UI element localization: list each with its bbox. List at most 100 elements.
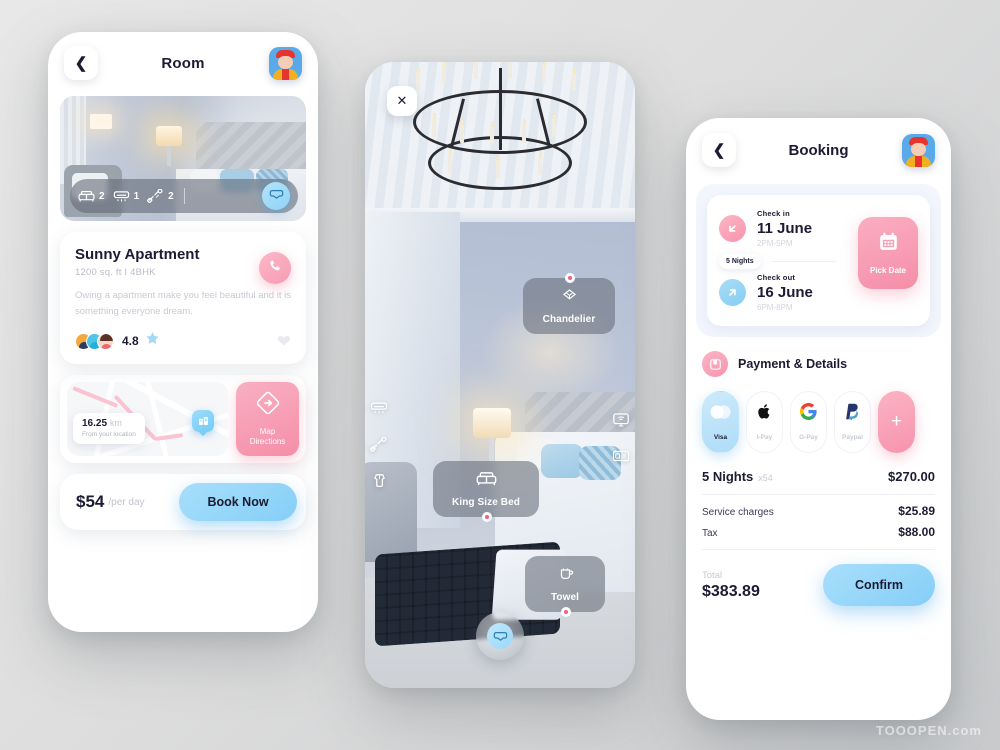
check-out-time: 6PM-8PM bbox=[757, 303, 793, 312]
wallet-icon bbox=[702, 351, 728, 377]
map-road bbox=[140, 382, 183, 457]
ar-tag-chandelier[interactable]: Chandelier bbox=[523, 273, 615, 334]
payment-method-label: Visa bbox=[713, 433, 728, 441]
avatar-body bbox=[273, 68, 298, 80]
ar-right-rail bbox=[609, 410, 633, 466]
ar-camera-scene[interactable]: ✕ Chandelier King Size Bed Towel bbox=[365, 62, 635, 688]
tv-wifi-icon[interactable] bbox=[609, 410, 633, 430]
back-button[interactable]: ❮ bbox=[64, 46, 98, 80]
apartment-info-card: Sunny Apartment 1200 sq. ft I 4BHK Owing… bbox=[60, 232, 306, 365]
bill-row-amount: $25.89 bbox=[898, 504, 935, 518]
price-value: $54 bbox=[76, 492, 105, 512]
booking-screen-phone: ❮ Booking Check in 11 June 2PM-5PM 5 Nig… bbox=[686, 118, 951, 720]
payment-methods: Visa I-Pay G-Pay Paypal + bbox=[702, 391, 935, 453]
total-label: Total bbox=[702, 569, 723, 581]
vr-view-button[interactable] bbox=[262, 182, 290, 210]
payment-method-paypal[interactable]: Paypal bbox=[834, 391, 871, 453]
close-icon: ✕ bbox=[396, 93, 408, 108]
bill-row-amount: $88.00 bbox=[898, 525, 935, 539]
avatar-face bbox=[278, 55, 293, 69]
distance-unit: km bbox=[109, 418, 122, 429]
bill-summary: 5 Nights x54 $270.00 Service charges $25… bbox=[702, 469, 935, 550]
amenities-bar: 2 1 2 bbox=[70, 179, 298, 213]
telephone-icon bbox=[147, 189, 164, 203]
nights-badge: 5 Nights bbox=[719, 254, 761, 269]
map-directions-label-line2: Directions bbox=[249, 437, 286, 447]
payment-method-visa[interactable]: Visa bbox=[702, 391, 739, 453]
divider bbox=[702, 494, 935, 495]
price-unit: /per day bbox=[108, 496, 145, 508]
clothes-hanger-icon[interactable] bbox=[367, 470, 391, 490]
avatar-body bbox=[906, 155, 931, 167]
user-avatar[interactable] bbox=[269, 46, 302, 80]
bill-multiplier: x54 bbox=[758, 473, 773, 483]
ar-tag-towel[interactable]: Towel bbox=[525, 556, 605, 617]
check-in-label: Check in bbox=[757, 209, 790, 218]
paypal-icon bbox=[845, 403, 860, 425]
payment-header: Payment & Details bbox=[702, 351, 935, 377]
amenity-ac[interactable]: 1 bbox=[113, 190, 140, 203]
close-button[interactable]: ✕ bbox=[387, 86, 417, 116]
amenity-phone-count: 2 bbox=[168, 190, 174, 202]
rating-value: 4.8 bbox=[122, 334, 139, 349]
bill-row-label: Tax bbox=[702, 528, 718, 539]
confirm-button[interactable]: Confirm bbox=[823, 564, 935, 606]
distance-number: 16.25 bbox=[82, 418, 108, 430]
room-photo[interactable]: 2 1 2 bbox=[60, 96, 306, 221]
booking-bar: $54 /per day Book Now bbox=[60, 474, 306, 531]
dates-card: Check in 11 June 2PM-5PM 5 Nights Check … bbox=[707, 195, 930, 326]
ar-anchor-dot bbox=[482, 512, 492, 522]
calendar-icon bbox=[878, 231, 899, 257]
avatar-face bbox=[911, 142, 926, 156]
reviewer-avatars bbox=[75, 332, 114, 350]
building-pin-icon[interactable] bbox=[192, 410, 214, 433]
arrow-up-right-icon bbox=[719, 279, 746, 306]
divider bbox=[770, 261, 836, 262]
check-in-time: 2PM-5PM bbox=[757, 239, 793, 248]
photo-headboard bbox=[196, 122, 306, 170]
payment-method-label: Paypal bbox=[842, 434, 863, 441]
telephone-icon[interactable] bbox=[367, 434, 391, 454]
bill-main-amount: $270.00 bbox=[888, 469, 935, 484]
ar-anchor-dot bbox=[561, 607, 571, 617]
bill-row-tax: Tax $88.00 bbox=[702, 525, 935, 539]
avatar bbox=[97, 332, 114, 350]
vr-headset-icon bbox=[487, 623, 513, 649]
amenity-ac-count: 1 bbox=[133, 190, 140, 202]
ar-mode-button[interactable] bbox=[476, 612, 524, 660]
total-amount: $383.89 bbox=[702, 582, 760, 600]
payment-title: Payment & Details bbox=[738, 357, 848, 371]
bill-main-row: 5 Nights x54 $270.00 bbox=[702, 469, 935, 484]
ar-tag-king-size-bed[interactable]: King Size Bed bbox=[433, 461, 539, 522]
star-icon bbox=[145, 331, 160, 351]
air-conditioner-icon[interactable] bbox=[367, 398, 391, 418]
bill-main-label: 5 Nights bbox=[702, 469, 754, 484]
dates-section: Check in 11 June 2PM-5PM 5 Nights Check … bbox=[696, 184, 941, 337]
call-button[interactable] bbox=[259, 252, 291, 284]
payment-method-ipay[interactable]: I-Pay bbox=[746, 391, 783, 453]
google-g-icon bbox=[799, 402, 817, 425]
map-preview[interactable]: 16.25 km From your location bbox=[67, 382, 228, 457]
pick-date-button[interactable]: Pick Date bbox=[858, 217, 918, 289]
safe-box-icon[interactable] bbox=[609, 446, 633, 466]
payment-method-gpay[interactable]: G-Pay bbox=[790, 391, 827, 453]
check-in-info: Check in 11 June 2PM-5PM bbox=[757, 209, 812, 248]
payment-section: Payment & Details Visa I-Pay G-Pay Paypa… bbox=[702, 351, 935, 453]
check-in-date: 11 June bbox=[757, 220, 813, 237]
pick-date-label: Pick Date bbox=[869, 266, 907, 275]
bed-icon bbox=[476, 472, 497, 491]
add-payment-method-button[interactable]: + bbox=[878, 391, 915, 453]
amenity-bed[interactable]: 2 bbox=[78, 190, 105, 203]
distance-subtitle: From your location bbox=[82, 431, 136, 439]
scene-pillow-blue bbox=[541, 444, 583, 478]
map-directions-button[interactable]: Map Directions bbox=[236, 382, 299, 457]
amenity-phone[interactable]: 2 bbox=[147, 189, 174, 203]
heart-icon[interactable]: ❤ bbox=[277, 333, 291, 350]
distance-value: 16.25 km bbox=[82, 418, 136, 429]
book-now-button[interactable]: Book Now bbox=[179, 483, 297, 522]
check-out-label: Check out bbox=[757, 273, 796, 282]
apple-icon bbox=[757, 403, 772, 425]
back-button[interactable]: ❮ bbox=[702, 133, 736, 167]
check-out-info: Check out 16 June 6PM-8PM bbox=[757, 273, 813, 312]
user-avatar[interactable] bbox=[902, 133, 935, 167]
